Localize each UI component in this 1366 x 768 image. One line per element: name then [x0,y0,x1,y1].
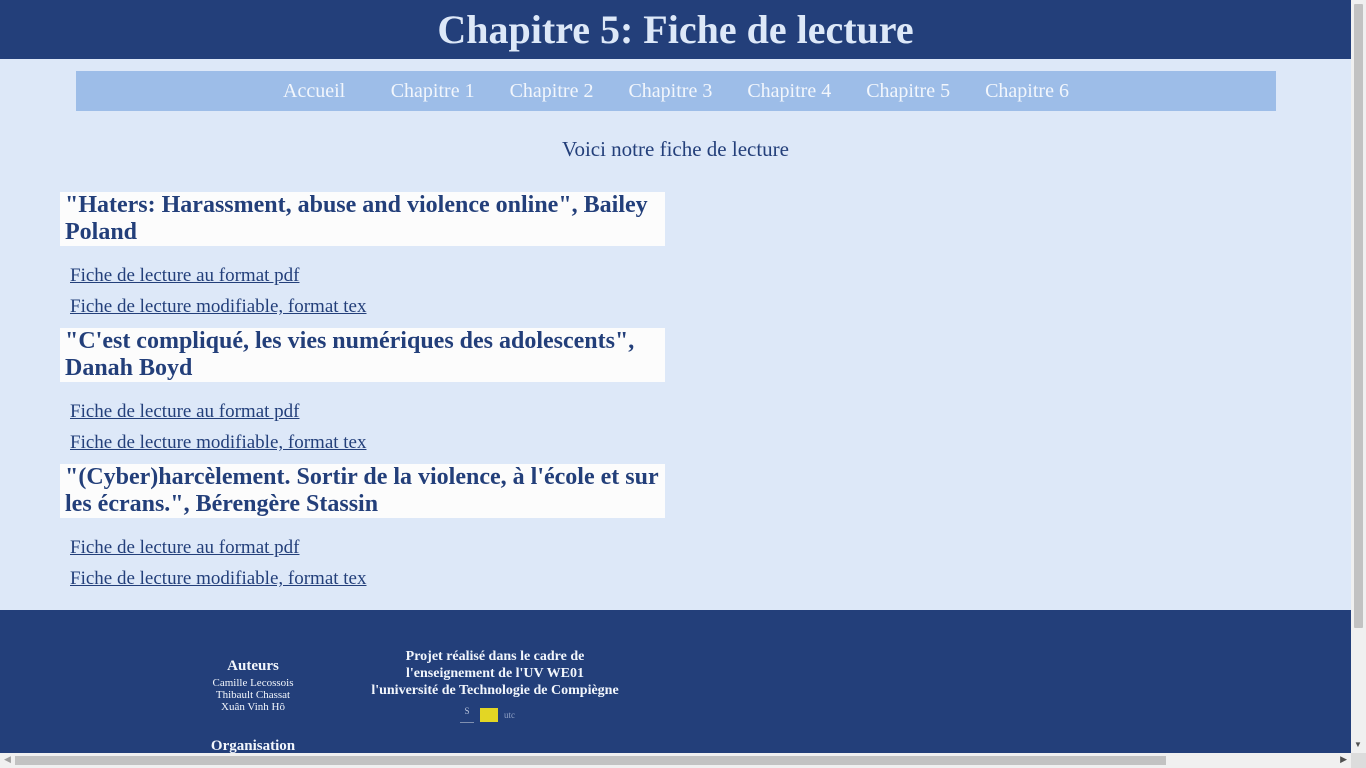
authors-title: Auteurs [227,658,279,674]
project-line: Projet réalisé dans le cadre de [405,649,585,664]
page-title: Chapitre 5: Fiche de lecture [437,7,914,52]
author-name: Camille Lecossois [212,677,294,689]
pdf-link[interactable]: Fiche de lecture au format pdf [70,260,665,291]
scroll-right-arrow-icon[interactable]: ▶ [1340,754,1347,765]
horizontal-scrollbar[interactable]: ◀ ▶ [0,753,1351,768]
book-title: "Haters: Harassment, abuse and violence … [60,192,665,246]
book-links: Fiche de lecture au format pdf Fiche de … [60,532,665,594]
tex-link[interactable]: Fiche de lecture modifiable, format tex [70,563,665,594]
sorbonne-logo-icon[interactable]: S [460,706,474,723]
organisation-title: Organisation [210,738,296,753]
tex-link[interactable]: Fiche de lecture modifiable, format tex [70,291,665,322]
book-title: "C'est compliqué, les vies numériques de… [60,328,665,382]
main-nav: Accueil Chapitre 1 Chapitre 2 Chapitre 3… [76,71,1276,111]
horizontal-scroll-thumb[interactable] [15,756,1166,765]
nav-item-chapitre-6[interactable]: Chapitre 6 [985,80,1069,103]
book-title: "(Cyber)harcèlement. Sortir de la violen… [60,464,665,518]
nav-item-chapitre-5[interactable]: Chapitre 5 [866,80,950,103]
book-entry: "C'est compliqué, les vies numériques de… [60,328,665,458]
utc-logo-icon[interactable] [480,707,498,722]
nav-item-chapitre-1[interactable]: Chapitre 1 [391,80,475,103]
utc-logo-text: utc [504,709,515,720]
project-line: l'enseignement de l'UV WE01 [406,666,584,681]
page-footer: Auteurs Camille Lecossois Thibault Chass… [0,610,1351,753]
pdf-link[interactable]: Fiche de lecture au format pdf [70,532,665,563]
tex-link[interactable]: Fiche de lecture modifiable, format tex [70,427,665,458]
authors-block: Auteurs Camille Lecossois Thibault Chass… [183,658,323,713]
nav-item-chapitre-2[interactable]: Chapitre 2 [510,80,594,103]
project-description: Projet réalisé dans le cadre de l'enseig… [360,648,630,699]
pdf-link[interactable]: Fiche de lecture au format pdf [70,396,665,427]
nav-item-accueil[interactable]: Accueil [283,80,345,103]
vertical-scrollbar[interactable]: ▼ [1351,0,1366,753]
book-links: Fiche de lecture au format pdf Fiche de … [60,260,665,322]
book-entry: "(Cyber)harcèlement. Sortir de la violen… [60,464,665,594]
page-header: Chapitre 5: Fiche de lecture [0,0,1351,59]
scroll-down-arrow-icon[interactable]: ▼ [1354,740,1362,749]
authors-list: Camille Lecossois Thibault Chassat Xuân … [183,677,323,713]
page-viewport: Chapitre 5: Fiche de lecture Accueil Cha… [0,0,1351,753]
scrollbar-corner [1351,753,1366,768]
nav-item-chapitre-4[interactable]: Chapitre 4 [747,80,831,103]
nav-item-chapitre-3[interactable]: Chapitre 3 [628,80,712,103]
intro-text: Voici notre fiche de lecture [561,137,789,161]
footer-logos: S utc [460,706,528,723]
book-entry: "Haters: Harassment, abuse and violence … [60,192,665,322]
author-name: Xuân Vinh Hô [221,701,285,713]
project-line: l'université de Technologie de Compiègne [371,683,619,698]
author-name: Thibault Chassat [215,689,291,701]
book-links: Fiche de lecture au format pdf Fiche de … [60,396,665,458]
scroll-left-arrow-icon[interactable]: ◀ [4,754,11,765]
vertical-scroll-thumb[interactable] [1354,4,1363,628]
